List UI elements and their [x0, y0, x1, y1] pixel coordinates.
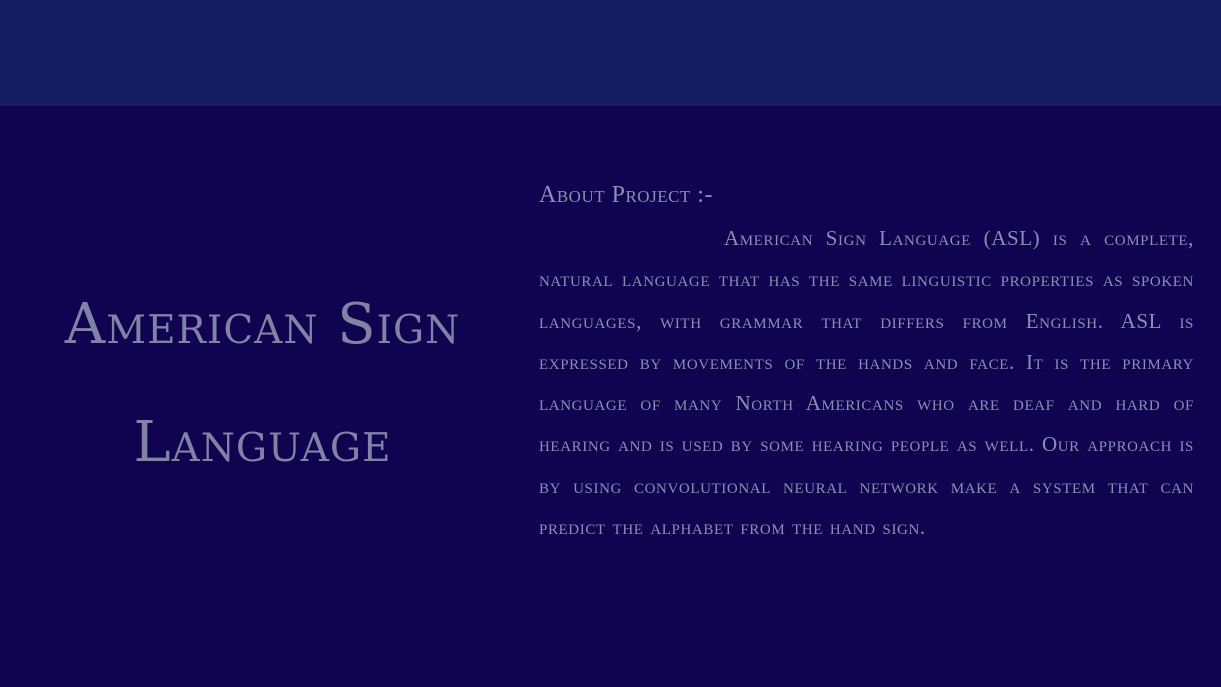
about-project-section: About Project :- American Sign Language … — [539, 178, 1194, 548]
main-section: American Sign Language About Project :- … — [0, 106, 1221, 687]
top-bar — [0, 0, 1221, 106]
about-description: American Sign Language (ASL) is a comple… — [539, 226, 1194, 540]
hero-title: American Sign Language — [64, 292, 461, 475]
about-heading: About Project :- — [539, 182, 713, 208]
